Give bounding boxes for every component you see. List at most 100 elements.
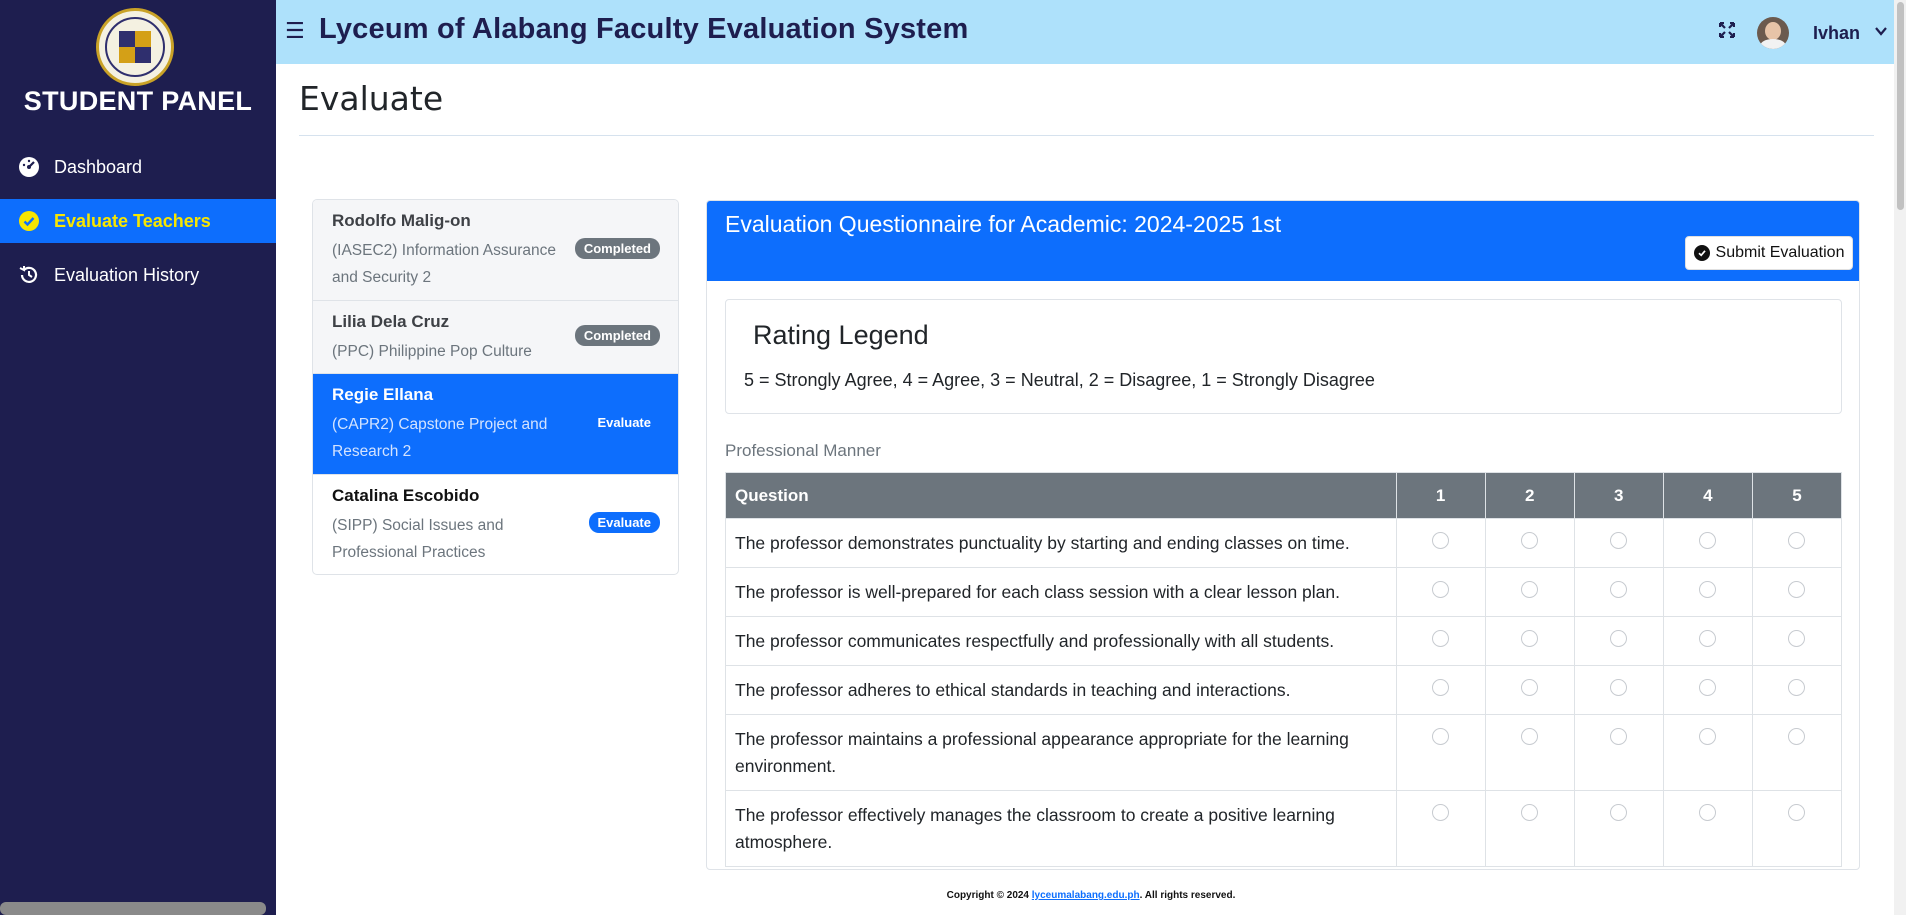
footer-link[interactable]: lyceumalabang.edu.ph: [1032, 890, 1140, 901]
rating-radio-3[interactable]: [1610, 679, 1628, 696]
question-text: The professor demonstrates punctuality b…: [725, 518, 1397, 568]
section-label: Professional Manner: [725, 441, 881, 460]
avatar[interactable]: [1757, 17, 1789, 49]
rating-radio-2[interactable]: [1521, 728, 1539, 745]
table-row: The professor effectively manages the cl…: [725, 790, 1843, 867]
rating-radio-3[interactable]: [1610, 581, 1628, 598]
rating-radio-2[interactable]: [1521, 581, 1539, 598]
column-header: 1: [1395, 472, 1486, 519]
column-header: 3: [1573, 472, 1664, 519]
teacher-name: Catalina Escobido: [332, 486, 480, 505]
rating-radio-3[interactable]: [1610, 532, 1628, 549]
page-title: Evaluate: [299, 79, 444, 118]
table-row: The professor adheres to ethical standar…: [725, 665, 1843, 715]
column-header: Question: [725, 472, 1397, 519]
submit-evaluation-button[interactable]: Submit Evaluation: [1685, 236, 1853, 270]
sidebar-item-label: Evaluate Teachers: [54, 210, 211, 231]
sidebar-item-evaluation-history[interactable]: Evaluation History: [0, 253, 276, 297]
rating-radio-4[interactable]: [1699, 679, 1717, 696]
teacher-course: (SIPP) Social Issues and Professional Pr…: [332, 517, 504, 561]
sidebar-item-label: Dashboard: [54, 156, 143, 177]
rating-radio-5[interactable]: [1788, 532, 1806, 549]
history-icon: [18, 264, 40, 286]
legend-text: 5 = Strongly Agree, 4 = Agree, 3 = Neutr…: [744, 370, 1375, 390]
rating-radio-2[interactable]: [1521, 679, 1539, 696]
rating-radio-5[interactable]: [1788, 581, 1806, 598]
teacher-course: (IASEC2) Information Assurance and Secur…: [332, 242, 556, 286]
chevron-down-icon[interactable]: [1874, 24, 1888, 43]
teacher-list-item-active[interactable]: Regie Ellana (CAPR2) Capstone Project an…: [313, 374, 678, 475]
question-text: The professor is well-prepared for each …: [725, 567, 1397, 617]
sidebar-item-label: Evaluation History: [54, 264, 200, 285]
school-logo: [96, 8, 174, 86]
submit-label: Submit Evaluation: [1715, 244, 1845, 261]
app-title: Lyceum of Alabang Faculty Evaluation Sys…: [319, 13, 969, 45]
status-badge: Evaluate: [588, 512, 660, 533]
legend-title: Rating Legend: [753, 320, 929, 350]
sidebar: STUDENT PANEL Dashboard Evaluate Teacher…: [0, 0, 276, 915]
questions-table: Question 1 2 3 4 5 The professor demonst…: [725, 472, 1843, 867]
teacher-course: (PPC) Philippine Pop Culture: [332, 343, 532, 360]
teacher-list-item[interactable]: Lilia Dela Cruz (PPC) Philippine Pop Cul…: [313, 301, 678, 374]
rating-radio-1[interactable]: [1432, 679, 1450, 696]
rating-legend: Rating Legend 5 = Strongly Agree, 4 = Ag…: [725, 299, 1842, 414]
rating-radio-2[interactable]: [1521, 532, 1539, 549]
divider: [299, 135, 1874, 136]
rating-radio-4[interactable]: [1699, 532, 1717, 549]
rating-radio-1[interactable]: [1432, 728, 1450, 745]
status-badge: Completed: [574, 238, 660, 259]
teacher-course: (CAPR2) Capstone Project and Research 2: [332, 416, 548, 460]
question-text: The professor communicates respectfully …: [725, 616, 1397, 666]
rating-radio-1[interactable]: [1432, 532, 1450, 549]
rating-radio-5[interactable]: [1788, 630, 1806, 647]
copyright-text: Copyright © 2024: [946, 890, 1032, 901]
panel-title: STUDENT PANEL: [23, 86, 253, 116]
rating-radio-3[interactable]: [1610, 804, 1628, 821]
rating-radio-5[interactable]: [1788, 804, 1806, 821]
rating-radio-5[interactable]: [1788, 679, 1806, 696]
teacher-name: Rodolfo Malig-on: [332, 211, 471, 230]
rights-text: . All rights reserved.: [1139, 890, 1236, 901]
rating-radio-1[interactable]: [1432, 630, 1450, 647]
rating-radio-1[interactable]: [1432, 581, 1450, 598]
teacher-name: Regie Ellana: [332, 385, 434, 404]
footer: Copyright © 2024 lyceumalabang.edu.ph. A…: [276, 890, 1906, 901]
question-text: The professor adheres to ethical standar…: [725, 665, 1397, 715]
rating-radio-4[interactable]: [1699, 630, 1717, 647]
question-text: The professor effectively manages the cl…: [725, 790, 1397, 867]
sidebar-item-evaluate-teachers[interactable]: Evaluate Teachers: [0, 199, 276, 243]
teacher-list-item[interactable]: Rodolfo Malig-on (IASEC2) Information As…: [313, 200, 678, 301]
table-header-row: Question 1 2 3 4 5: [725, 472, 1843, 519]
sidebar-scrollbar[interactable]: [0, 902, 266, 915]
rating-radio-2[interactable]: [1521, 630, 1539, 647]
rating-radio-3[interactable]: [1610, 728, 1628, 745]
menu-toggle-icon[interactable]: ☰: [285, 18, 305, 44]
rating-radio-4[interactable]: [1699, 728, 1717, 745]
column-header: 4: [1662, 472, 1753, 519]
fullscreen-icon[interactable]: [1718, 21, 1736, 43]
card-header: Evaluation Questionnaire for Academic: 2…: [707, 201, 1859, 281]
page-scrollbar[interactable]: [1894, 0, 1906, 915]
teacher-list: Rodolfo Malig-on (IASEC2) Information As…: [312, 199, 679, 575]
table-row: The professor demonstrates punctuality b…: [725, 518, 1843, 568]
status-badge: Completed: [574, 325, 660, 346]
rating-radio-3[interactable]: [1610, 630, 1628, 647]
gauge-icon: [18, 156, 40, 178]
status-badge: Evaluate: [597, 415, 651, 430]
question-text: The professor maintains a professional a…: [725, 714, 1397, 791]
column-header: 2: [1484, 472, 1575, 519]
top-header: ☰ Lyceum of Alabang Faculty Evaluation S…: [276, 0, 1906, 64]
table-row: The professor communicates respectfully …: [725, 616, 1843, 666]
user-name[interactable]: Ivhan: [1813, 23, 1860, 44]
teacher-list-item[interactable]: Catalina Escobido (SIPP) Social Issues a…: [313, 475, 678, 574]
scrollbar-thumb[interactable]: [1897, 2, 1904, 210]
rating-radio-1[interactable]: [1432, 804, 1450, 821]
check-circle-icon: [1693, 245, 1710, 261]
rating-radio-5[interactable]: [1788, 728, 1806, 745]
rating-radio-2[interactable]: [1521, 804, 1539, 821]
questionnaire-title: Evaluation Questionnaire for Academic: 2…: [725, 211, 1282, 237]
questionnaire-card: Evaluation Questionnaire for Academic: 2…: [706, 200, 1860, 870]
rating-radio-4[interactable]: [1699, 804, 1717, 821]
rating-radio-4[interactable]: [1699, 581, 1717, 598]
sidebar-item-dashboard[interactable]: Dashboard: [0, 145, 276, 189]
